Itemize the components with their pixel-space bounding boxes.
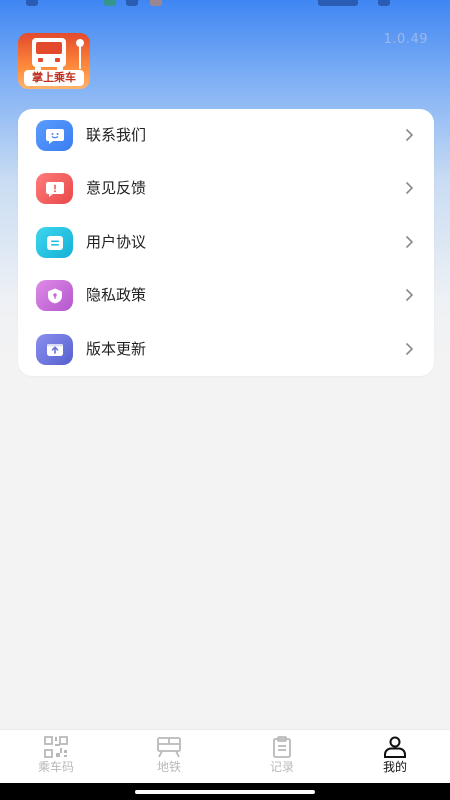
home-indicator[interactable] bbox=[135, 790, 315, 794]
chevron-right-icon bbox=[405, 288, 414, 302]
system-navigation-bar bbox=[0, 783, 450, 800]
chevron-right-icon bbox=[405, 128, 414, 142]
upload-box-icon bbox=[36, 334, 73, 365]
menu-item-privacy-policy[interactable]: 隐私政策 bbox=[18, 269, 434, 322]
bottom-tab-bar: 乘车码 地铁 记录 我的 bbox=[0, 729, 450, 784]
app-logo: 掌上乘车 bbox=[18, 33, 90, 89]
clipboard-icon bbox=[273, 736, 291, 758]
menu-item-label: 意见反馈 bbox=[86, 179, 147, 197]
chevron-right-icon bbox=[405, 181, 414, 195]
menu-item-label: 联系我们 bbox=[86, 126, 147, 144]
tab-records[interactable]: 记录 bbox=[226, 730, 338, 784]
metro-icon bbox=[157, 737, 181, 758]
tab-mine[interactable]: 我的 bbox=[339, 730, 450, 784]
tab-label: 记录 bbox=[269, 760, 294, 774]
tab-label: 地铁 bbox=[156, 760, 181, 774]
menu-item-label: 用户协议 bbox=[86, 233, 147, 251]
app-logo-text: 掌上乘车 bbox=[24, 70, 84, 86]
menu-item-user-agreement[interactable]: 用户协议 bbox=[18, 216, 434, 269]
menu-item-version-update[interactable]: 版本更新 bbox=[18, 323, 434, 376]
qrcode-icon bbox=[44, 736, 68, 758]
menu-item-feedback[interactable]: 意见反馈 bbox=[18, 162, 434, 215]
chevron-right-icon bbox=[405, 342, 414, 356]
profile-header: 掌上乘车 1.0.49 bbox=[0, 0, 450, 100]
menu-item-contact-us[interactable]: 联系我们 bbox=[18, 109, 434, 162]
user-icon bbox=[384, 736, 406, 758]
tab-ride-code[interactable]: 乘车码 bbox=[0, 730, 112, 784]
menu-item-label: 隐私政策 bbox=[86, 286, 147, 304]
chevron-right-icon bbox=[405, 235, 414, 249]
chat-smile-icon bbox=[36, 120, 73, 151]
feedback-alert-icon bbox=[36, 173, 73, 204]
tab-label: 乘车码 bbox=[37, 760, 74, 774]
document-lines-icon bbox=[36, 227, 73, 258]
shield-icon bbox=[36, 280, 73, 311]
tab-label: 我的 bbox=[382, 760, 407, 774]
settings-menu-card: 联系我们 意见反馈 用户协议 隐私政策 版本更新 bbox=[18, 109, 434, 376]
version-text: 1.0.49 bbox=[383, 32, 428, 47]
tab-metro[interactable]: 地铁 bbox=[113, 730, 225, 784]
menu-item-label: 版本更新 bbox=[86, 340, 147, 358]
